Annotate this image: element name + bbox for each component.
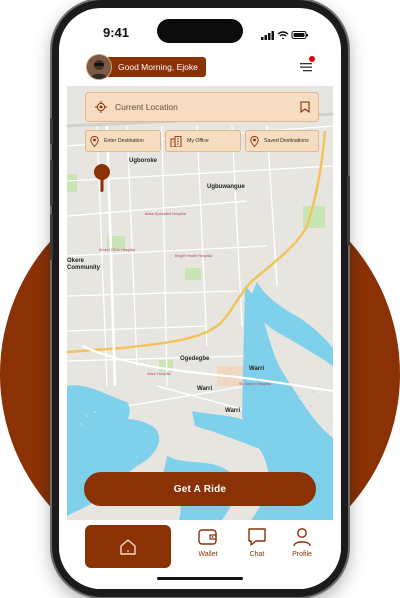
status-icons: [261, 27, 309, 45]
pin-icon: [90, 135, 99, 147]
nav-chat[interactable]: Chat: [239, 526, 275, 558]
nav-label: Wallet: [198, 551, 218, 558]
notification-dot: [309, 56, 315, 62]
my-office-button[interactable]: My Office: [165, 130, 241, 152]
map-label: Warri Hospital: [147, 372, 171, 376]
chip-label: Enter Destination: [104, 138, 144, 144]
target-location-icon: [95, 101, 107, 113]
enter-destination-button[interactable]: Enter Destination: [85, 130, 161, 152]
phone-side-button: [50, 118, 53, 144]
app-screen: Ugboroke Ugbuwangue Okere Community Oged…: [59, 8, 341, 589]
map-label: Ugbuwangue: [207, 184, 245, 190]
nav-label: Chat: [249, 551, 265, 558]
map-label: Warri: [197, 386, 213, 392]
profile-icon: [293, 528, 311, 547]
status-bar: 9:41: [59, 8, 341, 48]
dynamic-island: [157, 19, 243, 43]
phone-side-button: [50, 214, 53, 260]
wallet-icon: [198, 529, 217, 545]
menu-button[interactable]: [300, 56, 315, 72]
quick-actions: Enter Destination My Office Saved Destin…: [85, 130, 319, 152]
nav-label: Profile: [292, 551, 312, 558]
map-label: Baba Specialist Hospital: [145, 212, 186, 216]
map-label: Bright Health Hospital: [175, 254, 212, 258]
battery-icon: [291, 31, 308, 39]
menu-icon: [300, 63, 312, 72]
search-placeholder: Current Location: [115, 102, 178, 112]
building-icon: [170, 135, 182, 147]
home-icon: [120, 539, 136, 555]
map-graphic: [67, 86, 333, 526]
bookmark-icon[interactable]: [300, 101, 310, 113]
signal-icon: [261, 31, 274, 40]
greeting-header: Good Morning, Ejoke: [86, 54, 206, 80]
chip-label: Saved Destinations: [264, 138, 309, 144]
map-label: Okere Community: [67, 258, 100, 271]
nav-home[interactable]: [85, 525, 171, 568]
nav-wallet[interactable]: Wallet: [190, 526, 226, 558]
map-label: Warri: [249, 366, 265, 372]
map-label: Aminu Clinic Hospital: [99, 248, 135, 252]
current-location-search[interactable]: Current Location: [85, 92, 319, 122]
map-label: Ogedegbe: [180, 356, 210, 362]
saved-destinations-button[interactable]: Saved Destinations: [245, 130, 319, 152]
phone-side-button: [347, 176, 350, 246]
status-time: 9:41: [103, 25, 130, 40]
map-label: Warri: [225, 408, 241, 414]
map-label: Ugboroke: [129, 158, 158, 164]
nav-profile[interactable]: Profile: [284, 526, 320, 558]
phone-side-button: [50, 160, 53, 206]
chip-label: My Office: [187, 138, 209, 144]
map-label: St. Mary's Hospital: [239, 382, 271, 386]
get-a-ride-button[interactable]: Get A Ride: [84, 472, 316, 506]
map-view[interactable]: Ugboroke Ugbuwangue Okere Community Oged…: [67, 86, 333, 526]
avatar[interactable]: [86, 54, 112, 80]
wifi-icon: [277, 31, 289, 40]
pin-icon: [250, 135, 259, 147]
chat-icon: [248, 528, 266, 546]
home-indicator: [157, 577, 243, 580]
greeting-text: Good Morning, Ejoke: [108, 57, 206, 77]
